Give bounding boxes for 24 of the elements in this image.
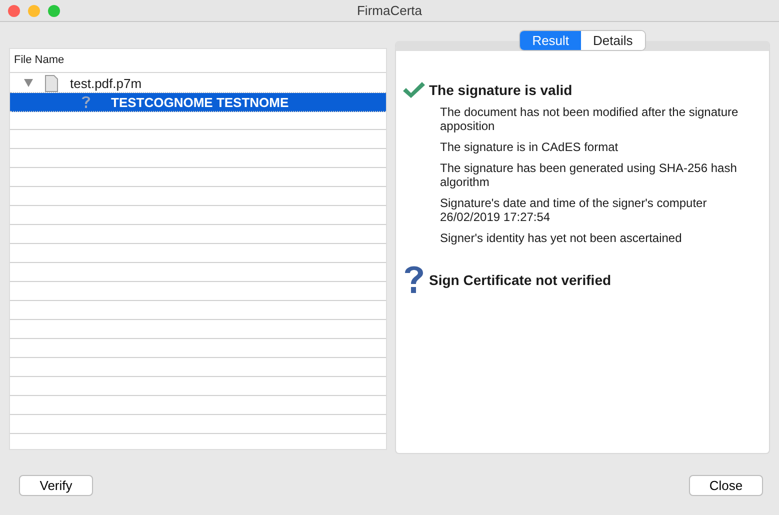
close-button[interactable]: Close [689,474,763,496]
result-heading: The signature is valid [429,82,572,98]
result-heading: Sign Certificate not verified [429,272,612,288]
checkmark-icon [402,81,426,99]
minimize-window-icon[interactable] [28,4,40,16]
result-detail: The signature has been generated using SHA-256 hash algorithm [440,161,738,189]
result-detail: Signature's date and time of the signer's computer 26/02/2019 17:27:54 [440,196,708,224]
verify-button[interactable]: Verify [19,474,93,496]
question-mark-icon [404,265,424,295]
result-detail: The signature is in CAdES format [440,140,620,154]
tab[interactable]: Result [520,31,582,50]
result-detail: Signer's identity has yet not been ascertained [440,231,683,245]
tree-label: TESTCOGNOME TESTNOME [111,94,289,110]
close-window-icon[interactable] [8,4,20,16]
zoom-window-icon[interactable] [48,4,60,16]
disclosure-triangle-icon[interactable] [24,79,33,87]
document-icon [45,74,58,92]
column-header[interactable]: File Name [10,49,386,73]
result-detail: The document has not been modified after the signature apposition [440,105,740,133]
tree-row[interactable]: test.pdf.p7m [10,74,386,93]
question-mark-icon [81,95,91,109]
window-title: FirmaCerta [356,3,423,18]
tree-row[interactable]: TESTCOGNOME TESTNOME [10,93,386,112]
tree-label: test.pdf.p7m [70,76,142,90]
